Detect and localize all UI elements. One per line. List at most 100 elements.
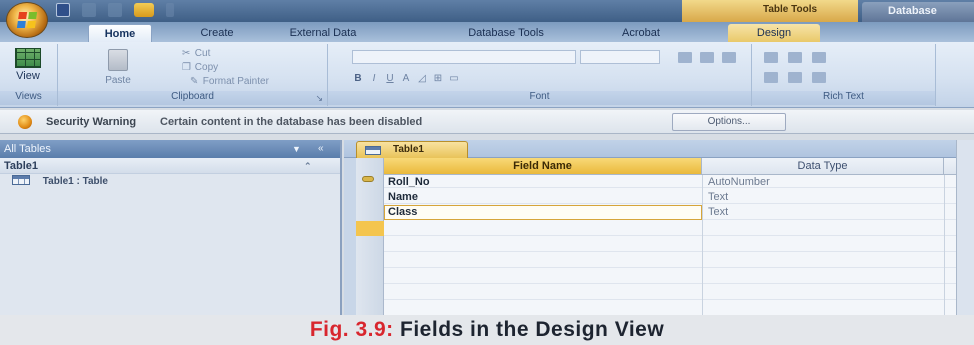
underline-icon[interactable]: U <box>384 72 396 86</box>
numbering-icon[interactable] <box>788 72 802 83</box>
office-logo-icon <box>16 12 38 28</box>
open-folder-icon[interactable] <box>134 3 154 17</box>
font-format-row: B I U A ◿ ⊞ ▭ <box>352 72 460 86</box>
rich-text-group: Rich Text <box>752 44 936 106</box>
options-button[interactable]: Options... <box>672 113 786 131</box>
align-center-icon[interactable] <box>700 52 714 63</box>
data-type-cell[interactable]: AutoNumber <box>708 175 770 190</box>
gridlines-icon[interactable]: ⊞ <box>432 72 444 86</box>
alt-fill-icon[interactable]: ▭ <box>448 72 460 86</box>
security-warning-bar: Security Warning Certain content in the … <box>0 110 974 134</box>
customize-icon[interactable] <box>166 3 174 17</box>
tab-create[interactable]: Create <box>190 24 244 42</box>
tab-design[interactable]: Design <box>728 24 820 42</box>
rich-text-group-label: Rich Text <box>752 91 935 105</box>
nav-pane-header[interactable]: All Tables ▼ « <box>0 140 340 158</box>
document-tab-table1[interactable]: Table1 <box>356 141 468 158</box>
field-name-header[interactable]: Field Name <box>384 158 702 175</box>
table-row[interactable]: Class Text <box>384 205 974 220</box>
redo-icon[interactable] <box>108 3 122 17</box>
font-group-label: Font <box>328 91 751 105</box>
shutter-bar-close-icon[interactable]: « <box>318 140 324 158</box>
design-grid: Field Name Data Type Roll_No AutoNumber … <box>356 158 974 315</box>
view-button[interactable]: View <box>8 46 48 90</box>
data-type-cell[interactable]: Text <box>708 190 728 205</box>
nav-pane-title: All Tables <box>4 143 51 155</box>
field-name-cell[interactable]: Roll_No <box>388 175 698 190</box>
font-name-dropdown[interactable] <box>352 50 576 64</box>
copy-button[interactable]: ❐ Copy <box>182 62 218 73</box>
figure-caption-text: Fields in the Design View <box>400 318 665 341</box>
data-type-header[interactable]: Data Type <box>702 158 944 175</box>
font-color-icon[interactable]: A <box>400 72 412 86</box>
font-size-dropdown[interactable] <box>580 50 660 64</box>
title-bar: Table Tools Database <box>0 0 974 22</box>
quick-access-toolbar <box>56 3 174 17</box>
chevron-down-icon[interactable]: ▼ <box>292 140 301 158</box>
paste-button[interactable]: Paste <box>100 46 136 90</box>
paste-label: Paste <box>105 75 131 86</box>
primary-key-icon <box>362 176 374 182</box>
table-row[interactable]: Name Text <box>384 190 974 205</box>
clipboard-icon <box>108 49 128 71</box>
tab-external-data[interactable]: External Data <box>278 24 368 42</box>
tab-acrobat[interactable]: Acrobat <box>612 24 670 42</box>
ribbon-tabs: Home Create External Data Database Tools… <box>0 22 974 42</box>
figure-number: Fig. 3.9: <box>309 318 394 341</box>
clipboard-group: Paste ✂ Cut ❐ Copy ✎ Format Painter Clip… <box>58 44 328 106</box>
dialog-launcher-icon[interactable]: ↘ <box>315 93 323 104</box>
data-type-cell[interactable]: Text <box>708 205 728 220</box>
datasheet-view-icon <box>15 48 41 68</box>
tab-home[interactable]: Home <box>88 24 152 42</box>
cut-label: Cut <box>194 48 211 59</box>
format-painter-button[interactable]: ✎ Format Painter <box>190 76 269 87</box>
bullets-icon[interactable] <box>764 72 778 83</box>
document-area: Table1 Field Name Data Type Roll_No Auto… <box>344 140 974 315</box>
vertical-scrollbar[interactable] <box>956 140 974 315</box>
table-row[interactable]: Roll_No AutoNumber <box>384 175 974 190</box>
view-button-label: View <box>16 70 40 82</box>
navigation-pane: All Tables ▼ « Table1 ⌃ Table1 : Table <box>0 140 342 315</box>
undo-icon[interactable] <box>82 3 96 17</box>
security-warning-title: Security Warning <box>46 116 137 128</box>
table-icon <box>12 175 30 185</box>
align-left-icon[interactable] <box>678 52 692 63</box>
align-right-icon[interactable] <box>722 52 736 63</box>
office-button[interactable] <box>6 2 48 38</box>
cut-button[interactable]: ✂ Cut <box>182 48 210 59</box>
nav-group-label: Table1 <box>4 160 39 172</box>
copy-label: Copy <box>194 62 219 73</box>
security-warning-message: Certain content in the database has been… <box>160 116 423 128</box>
text-direction-icon[interactable] <box>812 52 826 63</box>
tab-database-tools[interactable]: Database Tools <box>450 24 562 42</box>
highlight-icon[interactable] <box>812 72 826 83</box>
nav-item-table1[interactable]: Table1 : Table <box>0 174 340 190</box>
views-group: View Views <box>0 44 58 106</box>
document-tab-label: Table1 <box>393 144 424 155</box>
field-name-cell[interactable]: Name <box>388 190 698 205</box>
window-title: Database <box>862 2 974 22</box>
field-name-cell[interactable]: Class <box>388 205 698 220</box>
views-group-label: Views <box>0 91 57 105</box>
table-icon <box>365 146 381 155</box>
current-row-indicator <box>356 221 384 236</box>
font-group: B I U A ◿ ⊞ ▭ Font <box>328 44 752 106</box>
figure-caption: Fig. 3.9: Fields in the Design View <box>0 318 974 342</box>
table-tools-label: Table Tools <box>682 0 858 22</box>
fill-color-icon[interactable]: ◿ <box>416 72 428 86</box>
nav-item-label: Table1 : Table <box>42 176 108 187</box>
collapse-group-icon[interactable]: ⌃ <box>304 158 312 174</box>
bold-icon[interactable]: B <box>352 72 364 86</box>
brush-icon: ✎ <box>190 76 199 87</box>
decrease-indent-icon[interactable] <box>764 52 778 63</box>
save-icon[interactable] <box>56 3 70 17</box>
nav-group-table1[interactable]: Table1 ⌃ <box>0 158 340 174</box>
row-selector-column[interactable] <box>356 158 384 315</box>
copy-icon: ❐ <box>182 62 191 73</box>
format-painter-label: Format Painter <box>202 76 269 87</box>
shield-icon <box>18 115 32 129</box>
italic-icon[interactable]: I <box>368 72 380 86</box>
increase-indent-icon[interactable] <box>788 52 802 63</box>
scissors-icon: ✂ <box>182 48 191 59</box>
clipboard-group-label: Clipboard <box>58 91 327 105</box>
